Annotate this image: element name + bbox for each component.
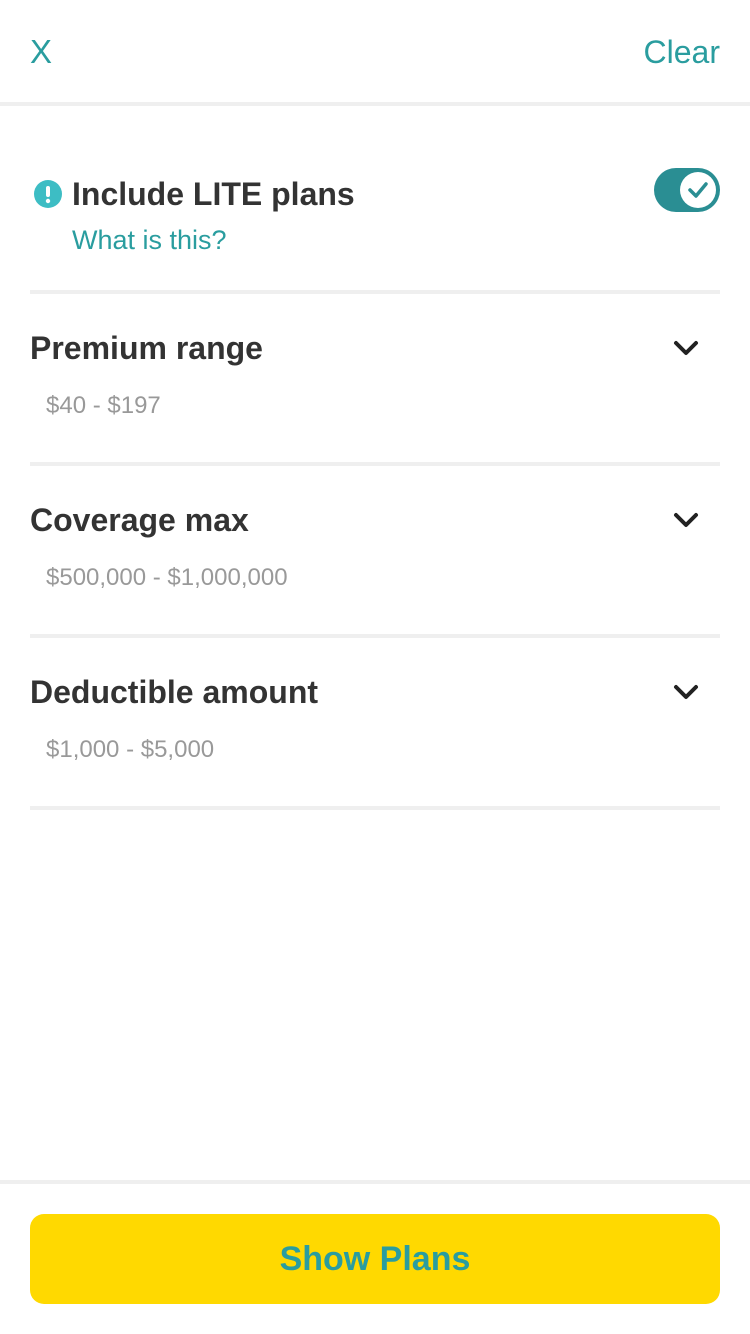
- footer-divider: [0, 1180, 750, 1184]
- filter-value: $40 - $197: [46, 392, 161, 419]
- chevron-down-icon: [674, 341, 698, 355]
- filter-premium-range[interactable]: Premium range $40 - $197: [30, 294, 720, 464]
- close-button[interactable]: X: [30, 32, 52, 72]
- filter-title: Coverage max: [30, 502, 249, 538]
- lite-plans-toggle[interactable]: [654, 168, 720, 212]
- exclamation-circle-icon: [34, 180, 62, 208]
- toggle-knob: [680, 172, 716, 208]
- chevron-down-icon: [674, 685, 698, 699]
- check-icon: [688, 182, 708, 198]
- chevron-down-icon: [674, 513, 698, 527]
- clear-button[interactable]: Clear: [644, 32, 720, 72]
- lite-plans-title: Include LITE plans: [72, 176, 355, 212]
- section-divider: [30, 806, 720, 810]
- filter-coverage-max[interactable]: Coverage max $500,000 - $1,000,000: [30, 466, 720, 636]
- lite-plans-section: Include LITE plans What is this?: [30, 160, 720, 292]
- what-is-this-link[interactable]: What is this?: [72, 222, 227, 258]
- header-divider: [0, 102, 750, 106]
- filter-title: Premium range: [30, 330, 263, 366]
- filter-title: Deductible amount: [30, 674, 319, 710]
- show-plans-button[interactable]: Show Plans: [30, 1214, 720, 1304]
- filter-deductible-amount[interactable]: Deductible amount $1,000 - $5,000: [30, 638, 720, 808]
- header: X Clear: [0, 0, 750, 104]
- filter-screen: X Clear Include LITE plans What is this?…: [0, 0, 750, 1334]
- filter-value: $500,000 - $1,000,000: [46, 564, 288, 591]
- filter-value: $1,000 - $5,000: [46, 736, 215, 763]
